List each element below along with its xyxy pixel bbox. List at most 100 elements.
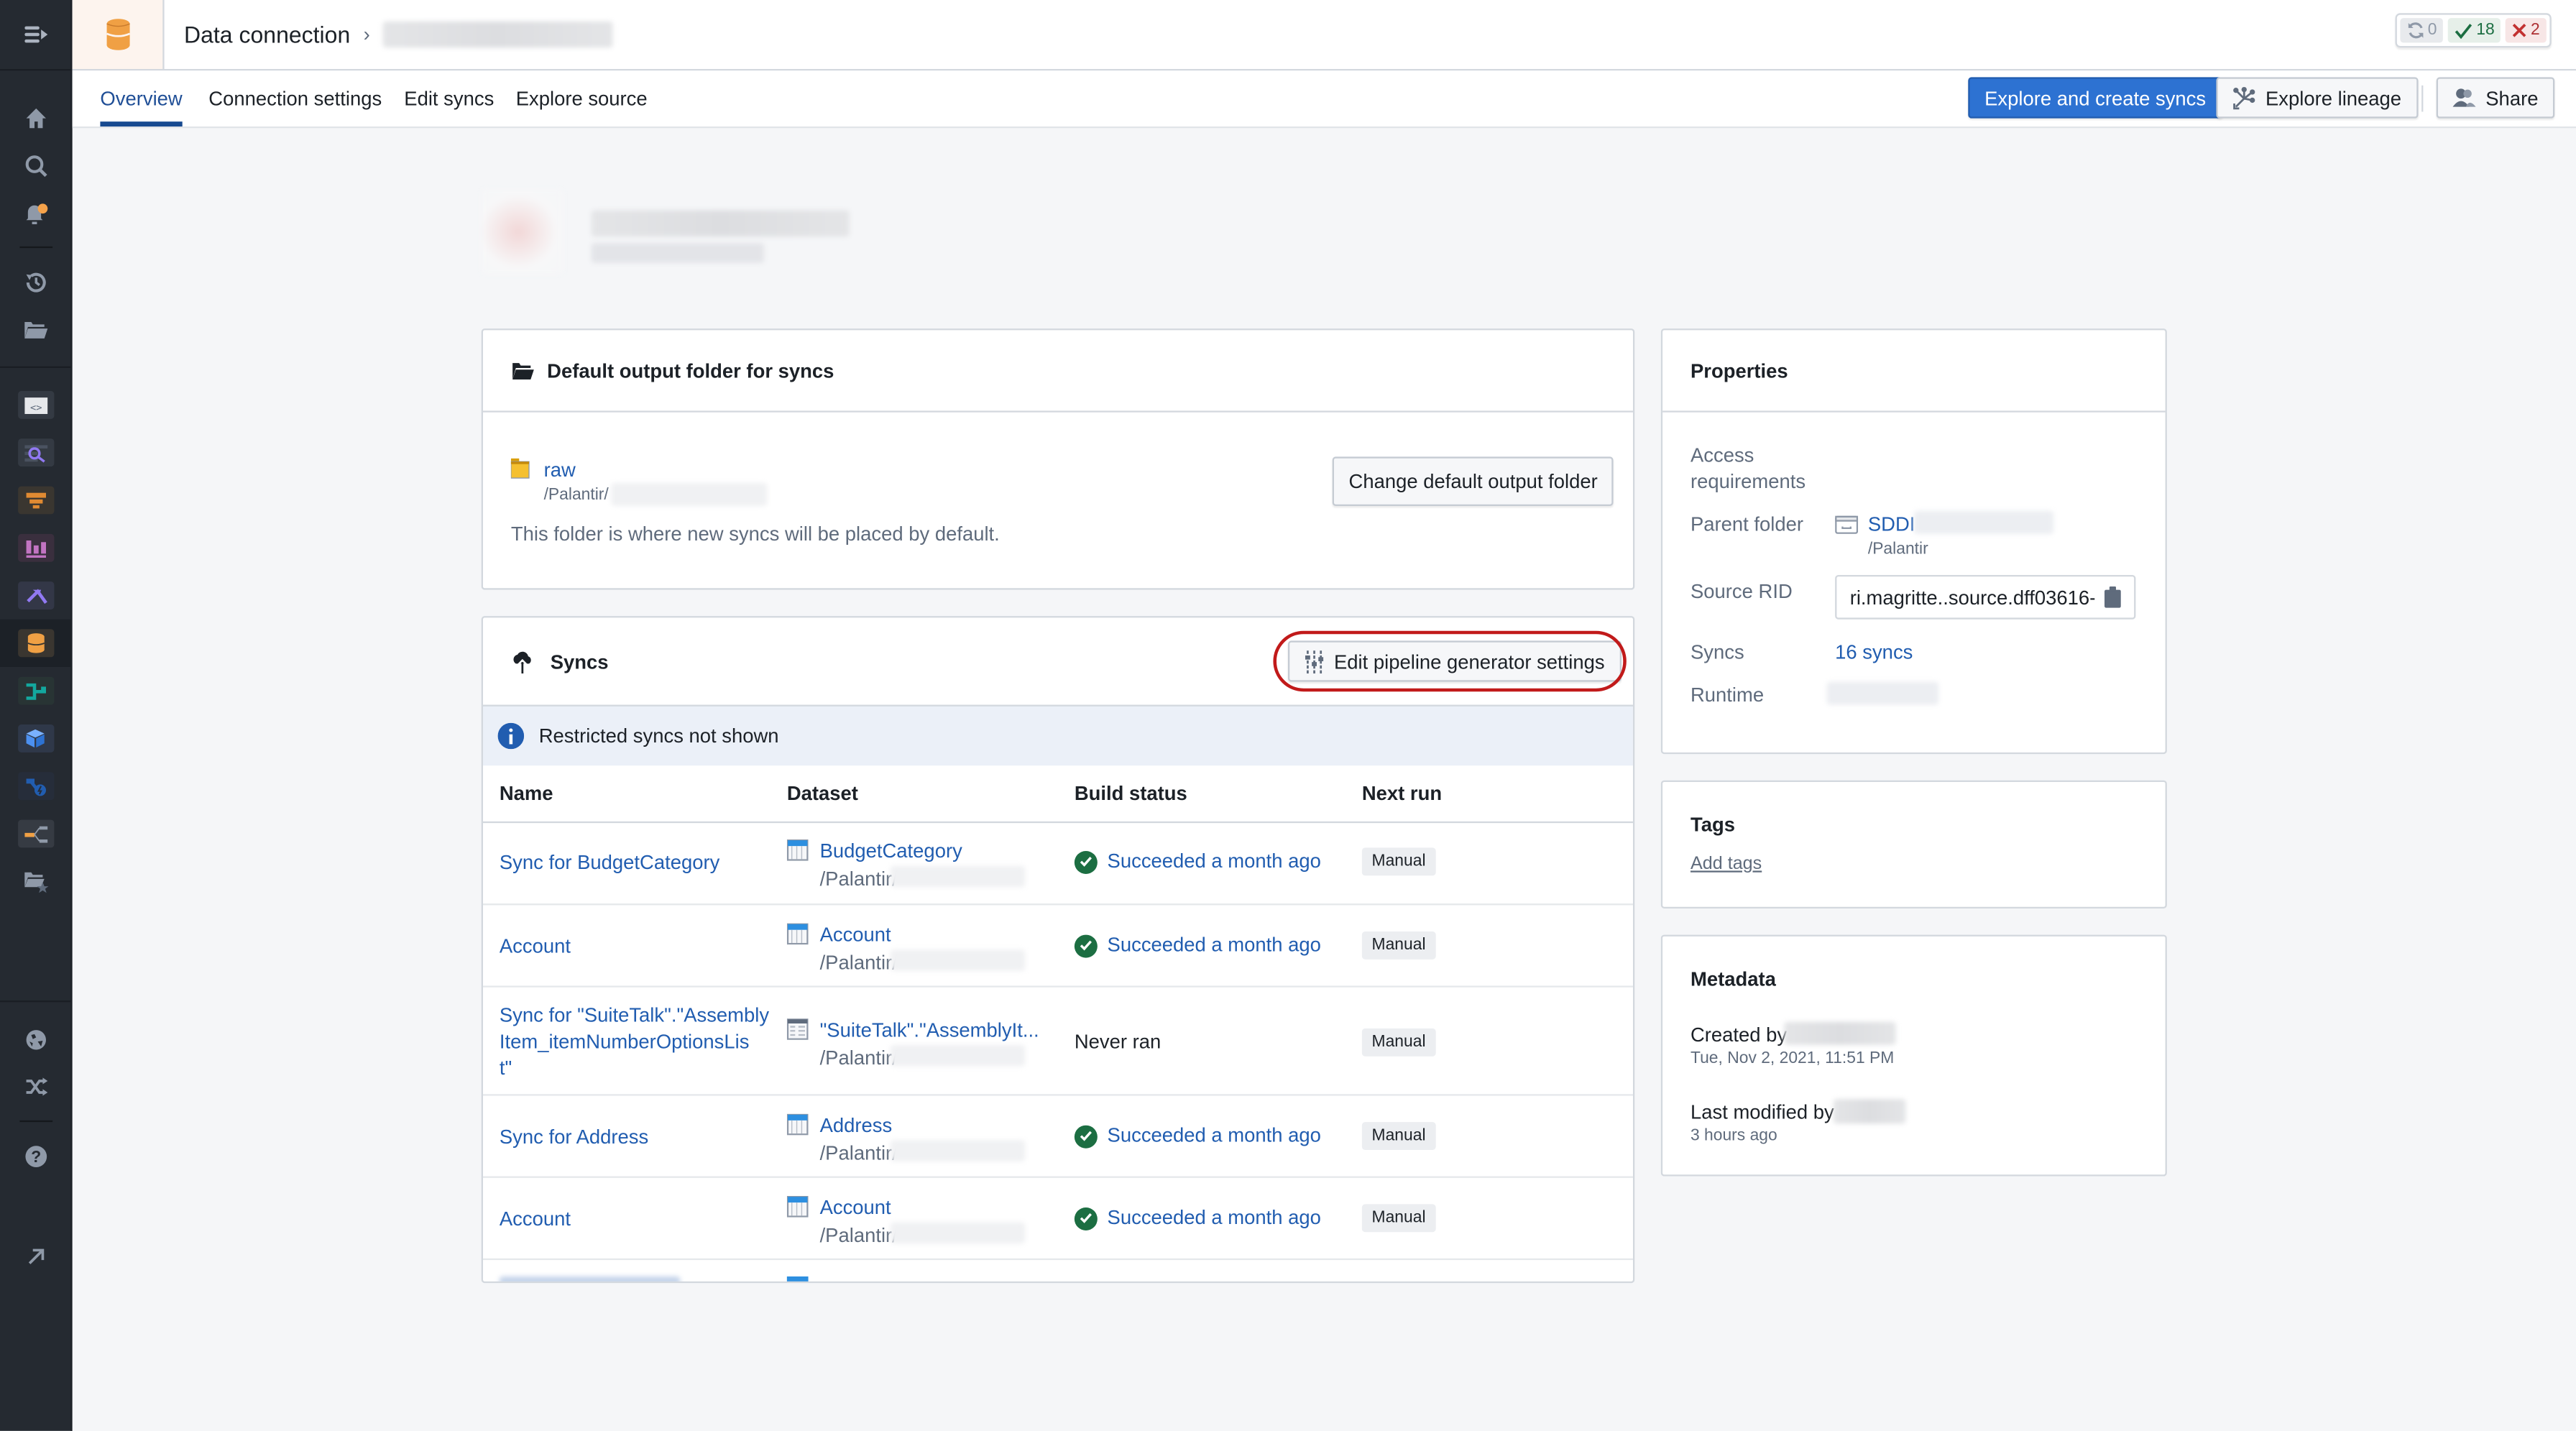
chevron-right-icon: › [363, 22, 370, 46]
running-count[interactable]: 0 [2399, 18, 2444, 43]
dataset-link[interactable]: Account [820, 1196, 891, 1219]
metadata-card: Metadata Created by Tue, Nov 2, 2021, 11… [1660, 934, 2167, 1177]
failed-count[interactable]: 2 [2506, 18, 2547, 43]
explore-lineage-button[interactable]: Explore lineage [2216, 77, 2418, 119]
change-default-output-folder-button[interactable]: Change default output folder [1332, 456, 1614, 506]
sync-name-link[interactable]: Account [500, 935, 571, 958]
card-title: Syncs [550, 649, 609, 673]
sidebar-item-globe[interactable] [0, 1016, 70, 1063]
dataset-link[interactable]: "SuiteTalk"."AssemblyIt... [820, 1018, 1039, 1041]
build-status[interactable]: Succeeded a month ago [1074, 933, 1321, 958]
lineage-app-icon [24, 825, 47, 842]
label-line: Access [1690, 443, 1754, 467]
tab-explore-source[interactable]: Explore source [516, 70, 648, 126]
properties-card: Properties Access requirements Parent fo… [1660, 328, 2167, 755]
info-icon [497, 722, 525, 750]
table-row[interactable]: Account Account /Palantir/ Succeeded a m… [482, 903, 1633, 988]
source-rid-value: ri.magritte..source.dff03616-7 [1849, 585, 2095, 609]
sync-name-link[interactable] [499, 1276, 681, 1282]
sidebar-item-ontology[interactable] [0, 714, 70, 762]
created-by-user-redacted[interactable] [1784, 1021, 1896, 1045]
sidebar-item-files[interactable] [0, 305, 70, 353]
build-status[interactable]: Succeeded a month ago [1074, 1206, 1321, 1230]
data-connection-app-icon [27, 633, 44, 653]
sidebar-item-history[interactable] [0, 258, 70, 305]
share-button[interactable]: Share [2436, 77, 2555, 119]
sidebar-item-pipeline-builder[interactable] [0, 667, 70, 714]
dataset-link[interactable]: Account [820, 924, 891, 947]
table-header: Name Dataset Build status Next run [482, 764, 1633, 824]
sidebar-item-pipeline[interactable] [0, 477, 70, 524]
breadcrumb-current[interactable] [382, 21, 613, 48]
restricted-syncs-notice: Restricted syncs not shown [482, 704, 1633, 766]
search-icon [24, 155, 47, 177]
pipeline-builder-app-icon [25, 682, 45, 699]
explore-create-syncs-button[interactable]: Explore and create syncs [1968, 77, 2222, 119]
sidebar-item-automate[interactable] [0, 763, 70, 810]
label-line: requirements [1690, 469, 1806, 493]
table-row-partial[interactable] [482, 1258, 1633, 1282]
tab-edit-syncs[interactable]: Edit syncs [404, 70, 494, 126]
access-requirements-label: Access requirements [1690, 442, 1806, 494]
page: <> ? Data connection › 0 18 2 Overview C… [0, 0, 2576, 1431]
dataset-link[interactable]: Address [820, 1114, 893, 1137]
sidebar-divider [19, 246, 52, 249]
table-row[interactable]: Sync for "SuiteTalk"."Assembly Item_item… [482, 985, 1633, 1095]
sidebar-expand-button[interactable] [0, 0, 71, 71]
column-header-next-run[interactable]: Next run [1362, 782, 1442, 805]
button-label: Share [2485, 86, 2539, 109]
table-row[interactable]: Sync for BudgetCategory BudgetCategory /… [483, 822, 1633, 903]
sync-name-link[interactable]: Sync for BudgetCategory [500, 851, 719, 874]
sidebar-item-quiver[interactable] [0, 524, 70, 571]
sidebar-item-search[interactable] [0, 142, 70, 189]
lineage-icon [2233, 86, 2255, 109]
breadcrumb-app[interactable]: Data connection [184, 22, 350, 48]
copy-clipboard-icon[interactable] [2104, 586, 2121, 608]
dataset-path-redacted [890, 865, 1026, 888]
source-title [591, 210, 850, 237]
sidebar-item-data-connection[interactable] [0, 619, 71, 667]
add-tags-link[interactable]: Add tags [1690, 855, 1762, 874]
sidebar-item-favorites[interactable] [0, 857, 70, 905]
created-by-label: Created by [1690, 1023, 1788, 1046]
shuffle-icon [25, 1077, 47, 1096]
source-rid-field[interactable]: ri.magritte..source.dff03616-7 [1835, 574, 2136, 620]
modified-by-user-redacted[interactable] [1833, 1099, 1906, 1124]
sidebar-item-contour[interactable] [0, 429, 70, 477]
build-status[interactable]: Succeeded a month ago [1074, 1123, 1321, 1149]
sidebar-divider [19, 1120, 52, 1123]
table-row[interactable]: Account Account /Palantir/ Succeeded a m… [482, 1176, 1633, 1261]
sidebar-item-notifications[interactable] [0, 189, 70, 236]
sidebar-item-code-workbook[interactable]: <> [0, 381, 70, 428]
sidebar-item-code-repositories[interactable] [0, 571, 70, 619]
output-folder-link[interactable]: raw [544, 459, 576, 482]
sidebar-item-home[interactable] [0, 93, 70, 141]
sync-name-link[interactable]: Sync for "SuiteTalk"."Assembly Item_item… [500, 1002, 769, 1081]
sidebar-item-shuffle[interactable] [0, 1063, 70, 1110]
column-header-dataset[interactable]: Dataset [787, 782, 858, 805]
build-status[interactable]: Succeeded a month ago [1074, 850, 1321, 874]
dataset-link[interactable]: BudgetCategory [820, 839, 962, 862]
table-row[interactable]: Sync for Address Address /Palantir/ Succ… [482, 1094, 1633, 1178]
tags-card: Tags Add tags [1660, 780, 2167, 908]
card-title: Default output folder for syncs [547, 359, 834, 382]
history-icon [25, 272, 45, 292]
sidebar-item-lineage[interactable] [0, 810, 70, 857]
folder-icon [510, 458, 530, 479]
ontology-app-icon [26, 729, 45, 747]
sync-name-link[interactable]: Account [500, 1207, 571, 1230]
dataset-path: /Palantir/ [819, 867, 898, 891]
pipeline-app-icon [25, 492, 45, 508]
tab-connection-settings[interactable]: Connection settings [208, 70, 382, 126]
syncs-count-link[interactable]: 16 syncs [1835, 640, 1913, 663]
tab-overview[interactable]: Overview [100, 70, 183, 126]
parent-folder-link[interactable]: SDDI [1868, 512, 1915, 535]
sidebar-item-open-external[interactable] [0, 1232, 70, 1279]
column-header-name[interactable]: Name [500, 782, 553, 805]
column-header-build-status[interactable]: Build status [1075, 782, 1187, 805]
sidebar-item-help[interactable]: ? [0, 1132, 70, 1179]
runtime-value-redacted [1826, 681, 1939, 705]
succeeded-count[interactable]: 18 [2448, 18, 2501, 43]
sync-name-link[interactable]: Sync for Address [500, 1126, 648, 1149]
dataset-icon [786, 1018, 809, 1040]
